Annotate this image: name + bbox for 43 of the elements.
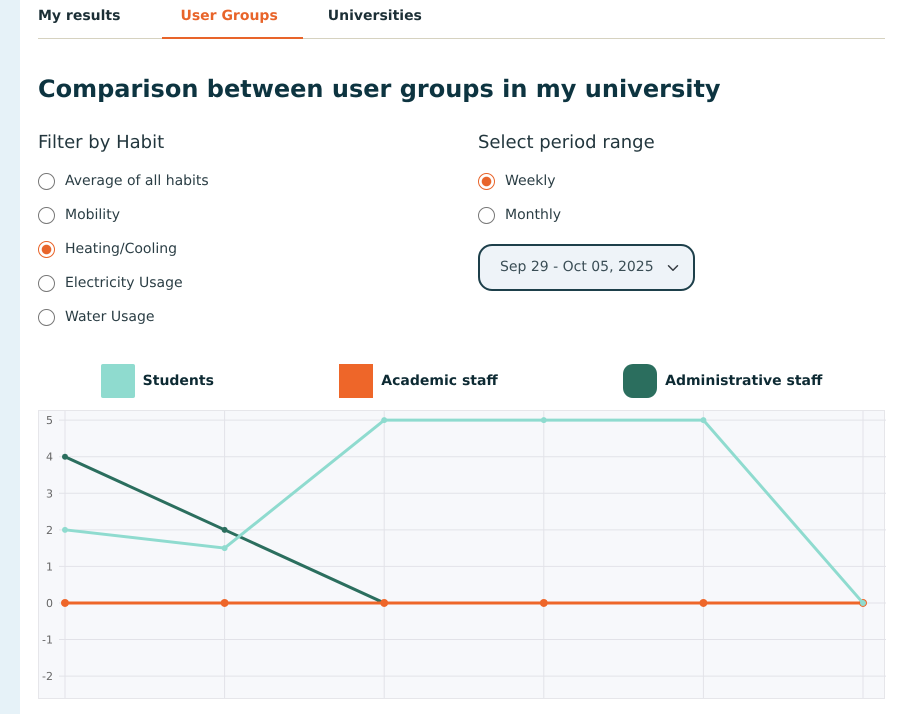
radio-button[interactable] [478,206,495,224]
tab[interactable]: My results [38,0,162,39]
data-point [381,417,388,424]
data-point [220,599,229,608]
axis-tick-label: 4 [46,451,53,464]
radio-label: Monthly [505,206,562,225]
axis-tick-label: -1 [42,634,53,647]
data-point [540,599,548,608]
radio-button[interactable] [38,274,55,292]
data-point [380,599,388,608]
axis-tick-label: 1 [46,560,53,574]
axis-tick-label: -2 [42,670,53,684]
section-heading: Select period range [478,131,656,156]
radio-label: Water Usage [65,308,154,327]
radio-button[interactable] [38,206,55,224]
data-point [700,417,706,424]
data-point [222,527,228,534]
radio-button[interactable] [478,172,495,190]
legend-label: Academic staff [381,372,498,391]
radio-label: Average of all habits [65,172,209,191]
axis-tick-label: 2 [46,524,53,538]
section-heading: Filter by Habit [38,131,166,156]
page-title: Comparison between user groups in my university [38,74,722,104]
date-range-select[interactable]: Sep 29 - Oct 05, 2025 [478,244,695,292]
radio-button[interactable] [38,240,55,258]
axis-tick-label: 5 [46,414,53,428]
data-point [62,454,68,460]
radio-label: Mobility [65,206,120,225]
data-point [540,417,547,424]
radio-label: Weekly [505,172,556,191]
radio-label: Electricity Usage [65,274,183,293]
radio-button[interactable] [38,172,55,190]
axis-tick-label: 0 [46,597,53,610]
legend-label: Students [142,372,214,391]
tab[interactable]: Universities [302,0,442,39]
data-point [699,599,708,608]
radio-button[interactable] [38,308,55,326]
data-point [62,527,68,534]
legend-label: Administrative staff [665,372,822,391]
axis-tick-label: 3 [46,488,53,501]
data-point [222,545,228,552]
radio-label: Heating/Cooling [65,240,178,259]
data-point [61,599,69,608]
